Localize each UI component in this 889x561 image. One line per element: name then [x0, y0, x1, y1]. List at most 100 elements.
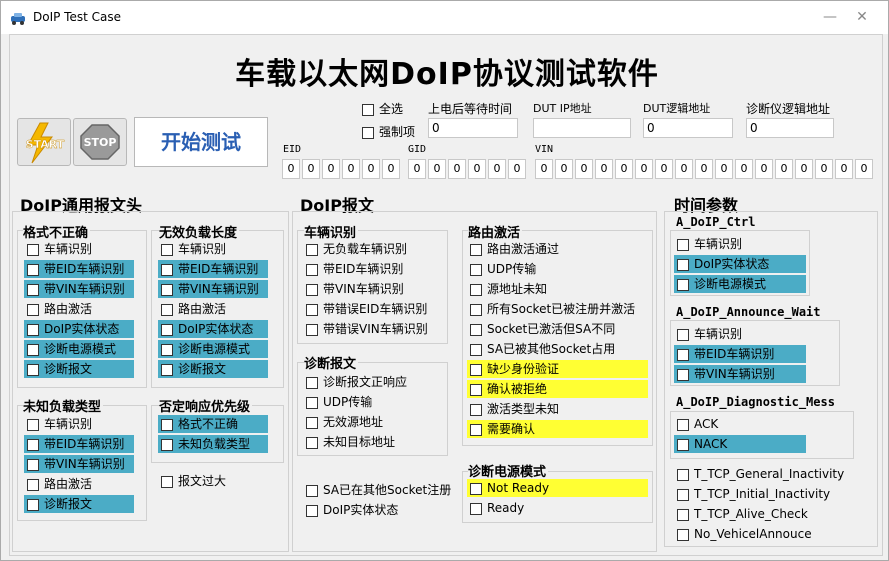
checkbox-item[interactable]: 带错误VIN车辆识别	[303, 320, 443, 338]
checkbox-item[interactable]: 所有Socket已被注册并激活	[467, 300, 648, 318]
gid-byte-field[interactable]: 0	[468, 159, 486, 179]
checkbox[interactable]	[306, 263, 318, 276]
checkbox-item[interactable]: 需要确认	[467, 420, 648, 438]
gid-byte-field[interactable]: 0	[508, 159, 526, 179]
checkbox[interactable]	[470, 343, 482, 356]
checkbox[interactable]	[161, 303, 173, 316]
checkbox[interactable]	[677, 528, 689, 541]
checkbox-item[interactable]: Not Ready	[467, 479, 648, 497]
checkbox[interactable]	[161, 438, 173, 451]
select-all-checkbox[interactable]: 全选	[362, 100, 403, 118]
checkbox[interactable]	[306, 416, 318, 429]
eid-byte-field[interactable]: 0	[302, 159, 320, 179]
checkbox[interactable]	[470, 303, 482, 316]
checkbox-item[interactable]: 车辆识别	[674, 235, 806, 253]
checkbox-item[interactable]: 缺少身份验证	[467, 360, 648, 378]
checkbox[interactable]	[306, 436, 318, 449]
checkbox[interactable]	[470, 243, 482, 256]
checkbox-item[interactable]: 带VIN车辆识别	[303, 280, 443, 298]
checkbox[interactable]	[677, 238, 689, 251]
checkbox-item[interactable]: 带VIN车辆识别	[158, 280, 268, 298]
checkbox[interactable]	[677, 488, 689, 501]
vin-byte-field[interactable]: 0	[695, 159, 713, 179]
checkbox-item[interactable]: 路由激活	[24, 300, 134, 318]
eid-byte-field[interactable]: 0	[322, 159, 340, 179]
checkbox[interactable]	[677, 418, 689, 431]
vin-byte-field[interactable]: 0	[535, 159, 553, 179]
checkbox-item[interactable]: 激活类型未知	[467, 400, 648, 418]
checkbox[interactable]	[470, 423, 482, 436]
checkbox-item[interactable]: 带VIN车辆识别	[674, 365, 806, 383]
checkbox-item[interactable]: 带EID车辆识别	[158, 260, 268, 278]
vin-byte-field[interactable]: 0	[635, 159, 653, 179]
checkbox[interactable]	[306, 504, 318, 517]
checkbox[interactable]	[306, 243, 318, 256]
checkbox[interactable]	[470, 283, 482, 296]
checkbox[interactable]	[677, 438, 689, 451]
vin-byte-field[interactable]: 0	[595, 159, 613, 179]
gid-byte-field[interactable]: 0	[428, 159, 446, 179]
checkbox-item[interactable]: UDP传输	[303, 393, 443, 411]
vin-byte-field[interactable]: 0	[735, 159, 753, 179]
checkbox[interactable]	[470, 383, 482, 396]
checkbox-item[interactable]: 诊断电源模式	[24, 340, 134, 358]
checkbox[interactable]	[27, 243, 39, 256]
checkbox[interactable]	[27, 458, 39, 471]
checkbox[interactable]	[470, 502, 482, 515]
checkbox[interactable]	[27, 418, 39, 431]
checkbox[interactable]	[470, 263, 482, 276]
checkbox[interactable]	[677, 328, 689, 341]
checkbox-item[interactable]: 无负载车辆识别	[303, 240, 443, 258]
vin-byte-field[interactable]: 0	[835, 159, 853, 179]
checkbox[interactable]	[27, 303, 39, 316]
vin-byte-field[interactable]: 0	[675, 159, 693, 179]
eid-byte-field[interactable]: 0	[362, 159, 380, 179]
checkbox-item[interactable]: 源地址未知	[467, 280, 648, 298]
checkbox-item[interactable]: SA已在其他Socket注册	[303, 481, 453, 499]
checkbox[interactable]	[306, 396, 318, 409]
checkbox[interactable]	[306, 376, 318, 389]
checkbox-item[interactable]: 诊断电源模式	[158, 340, 268, 358]
vin-byte-field[interactable]: 0	[715, 159, 733, 179]
checkbox[interactable]	[27, 498, 39, 511]
checkbox-item[interactable]: SA已被其他Socket占用	[467, 340, 648, 358]
checkbox-item[interactable]: 车辆识别	[674, 325, 806, 343]
checkbox-item[interactable]: 未知目标地址	[303, 433, 443, 451]
vin-byte-field[interactable]: 0	[815, 159, 833, 179]
minimize-button[interactable]: —	[819, 7, 841, 27]
eid-byte-field[interactable]: 0	[282, 159, 300, 179]
checkbox-item[interactable]: DoIP实体状态	[24, 320, 134, 338]
checkbox-item[interactable]: 车辆识别	[24, 415, 134, 433]
checkbox-item[interactable]: 诊断报文	[24, 495, 134, 513]
checkbox-item[interactable]: 无效源地址	[303, 413, 443, 431]
power-wait-input[interactable]: 0	[428, 118, 518, 138]
checkbox-item[interactable]: 带EID车辆识别	[24, 435, 134, 453]
checkbox[interactable]	[470, 363, 482, 376]
checkbox[interactable]	[161, 418, 173, 431]
checkbox-item[interactable]: 车辆识别	[158, 240, 268, 258]
start-test-button[interactable]: 开始测试	[134, 117, 268, 167]
checkbox-item[interactable]: 诊断电源模式	[674, 275, 806, 293]
checkbox[interactable]	[27, 323, 39, 336]
vin-byte-field[interactable]: 0	[755, 159, 773, 179]
vin-byte-field[interactable]: 0	[855, 159, 873, 179]
checkbox-item[interactable]: 诊断报文	[24, 360, 134, 378]
checkbox-item[interactable]: 路由激活通过	[467, 240, 648, 258]
checkbox[interactable]	[161, 243, 173, 256]
vin-byte-field[interactable]: 0	[655, 159, 673, 179]
checkbox[interactable]	[306, 303, 318, 316]
checkbox[interactable]	[306, 323, 318, 336]
close-button[interactable]: ✕	[851, 7, 873, 27]
checkbox[interactable]	[27, 283, 39, 296]
checkbox-item[interactable]: No_VehicelAnnouce	[674, 525, 864, 543]
checkbox[interactable]	[161, 343, 173, 356]
checkbox-item[interactable]: 路由激活	[24, 475, 134, 493]
checkbox-item[interactable]: 诊断报文正响应	[303, 373, 443, 391]
checkbox[interactable]	[27, 478, 39, 491]
checkbox-item[interactable]: 车辆识别	[24, 240, 134, 258]
checkbox[interactable]	[470, 403, 482, 416]
eid-byte-field[interactable]: 0	[342, 159, 360, 179]
checkbox-item[interactable]: T_TCP_Initial_Inactivity	[674, 485, 864, 503]
gid-byte-field[interactable]: 0	[408, 159, 426, 179]
too-long-checkbox[interactable]: 报文过大	[161, 472, 226, 490]
